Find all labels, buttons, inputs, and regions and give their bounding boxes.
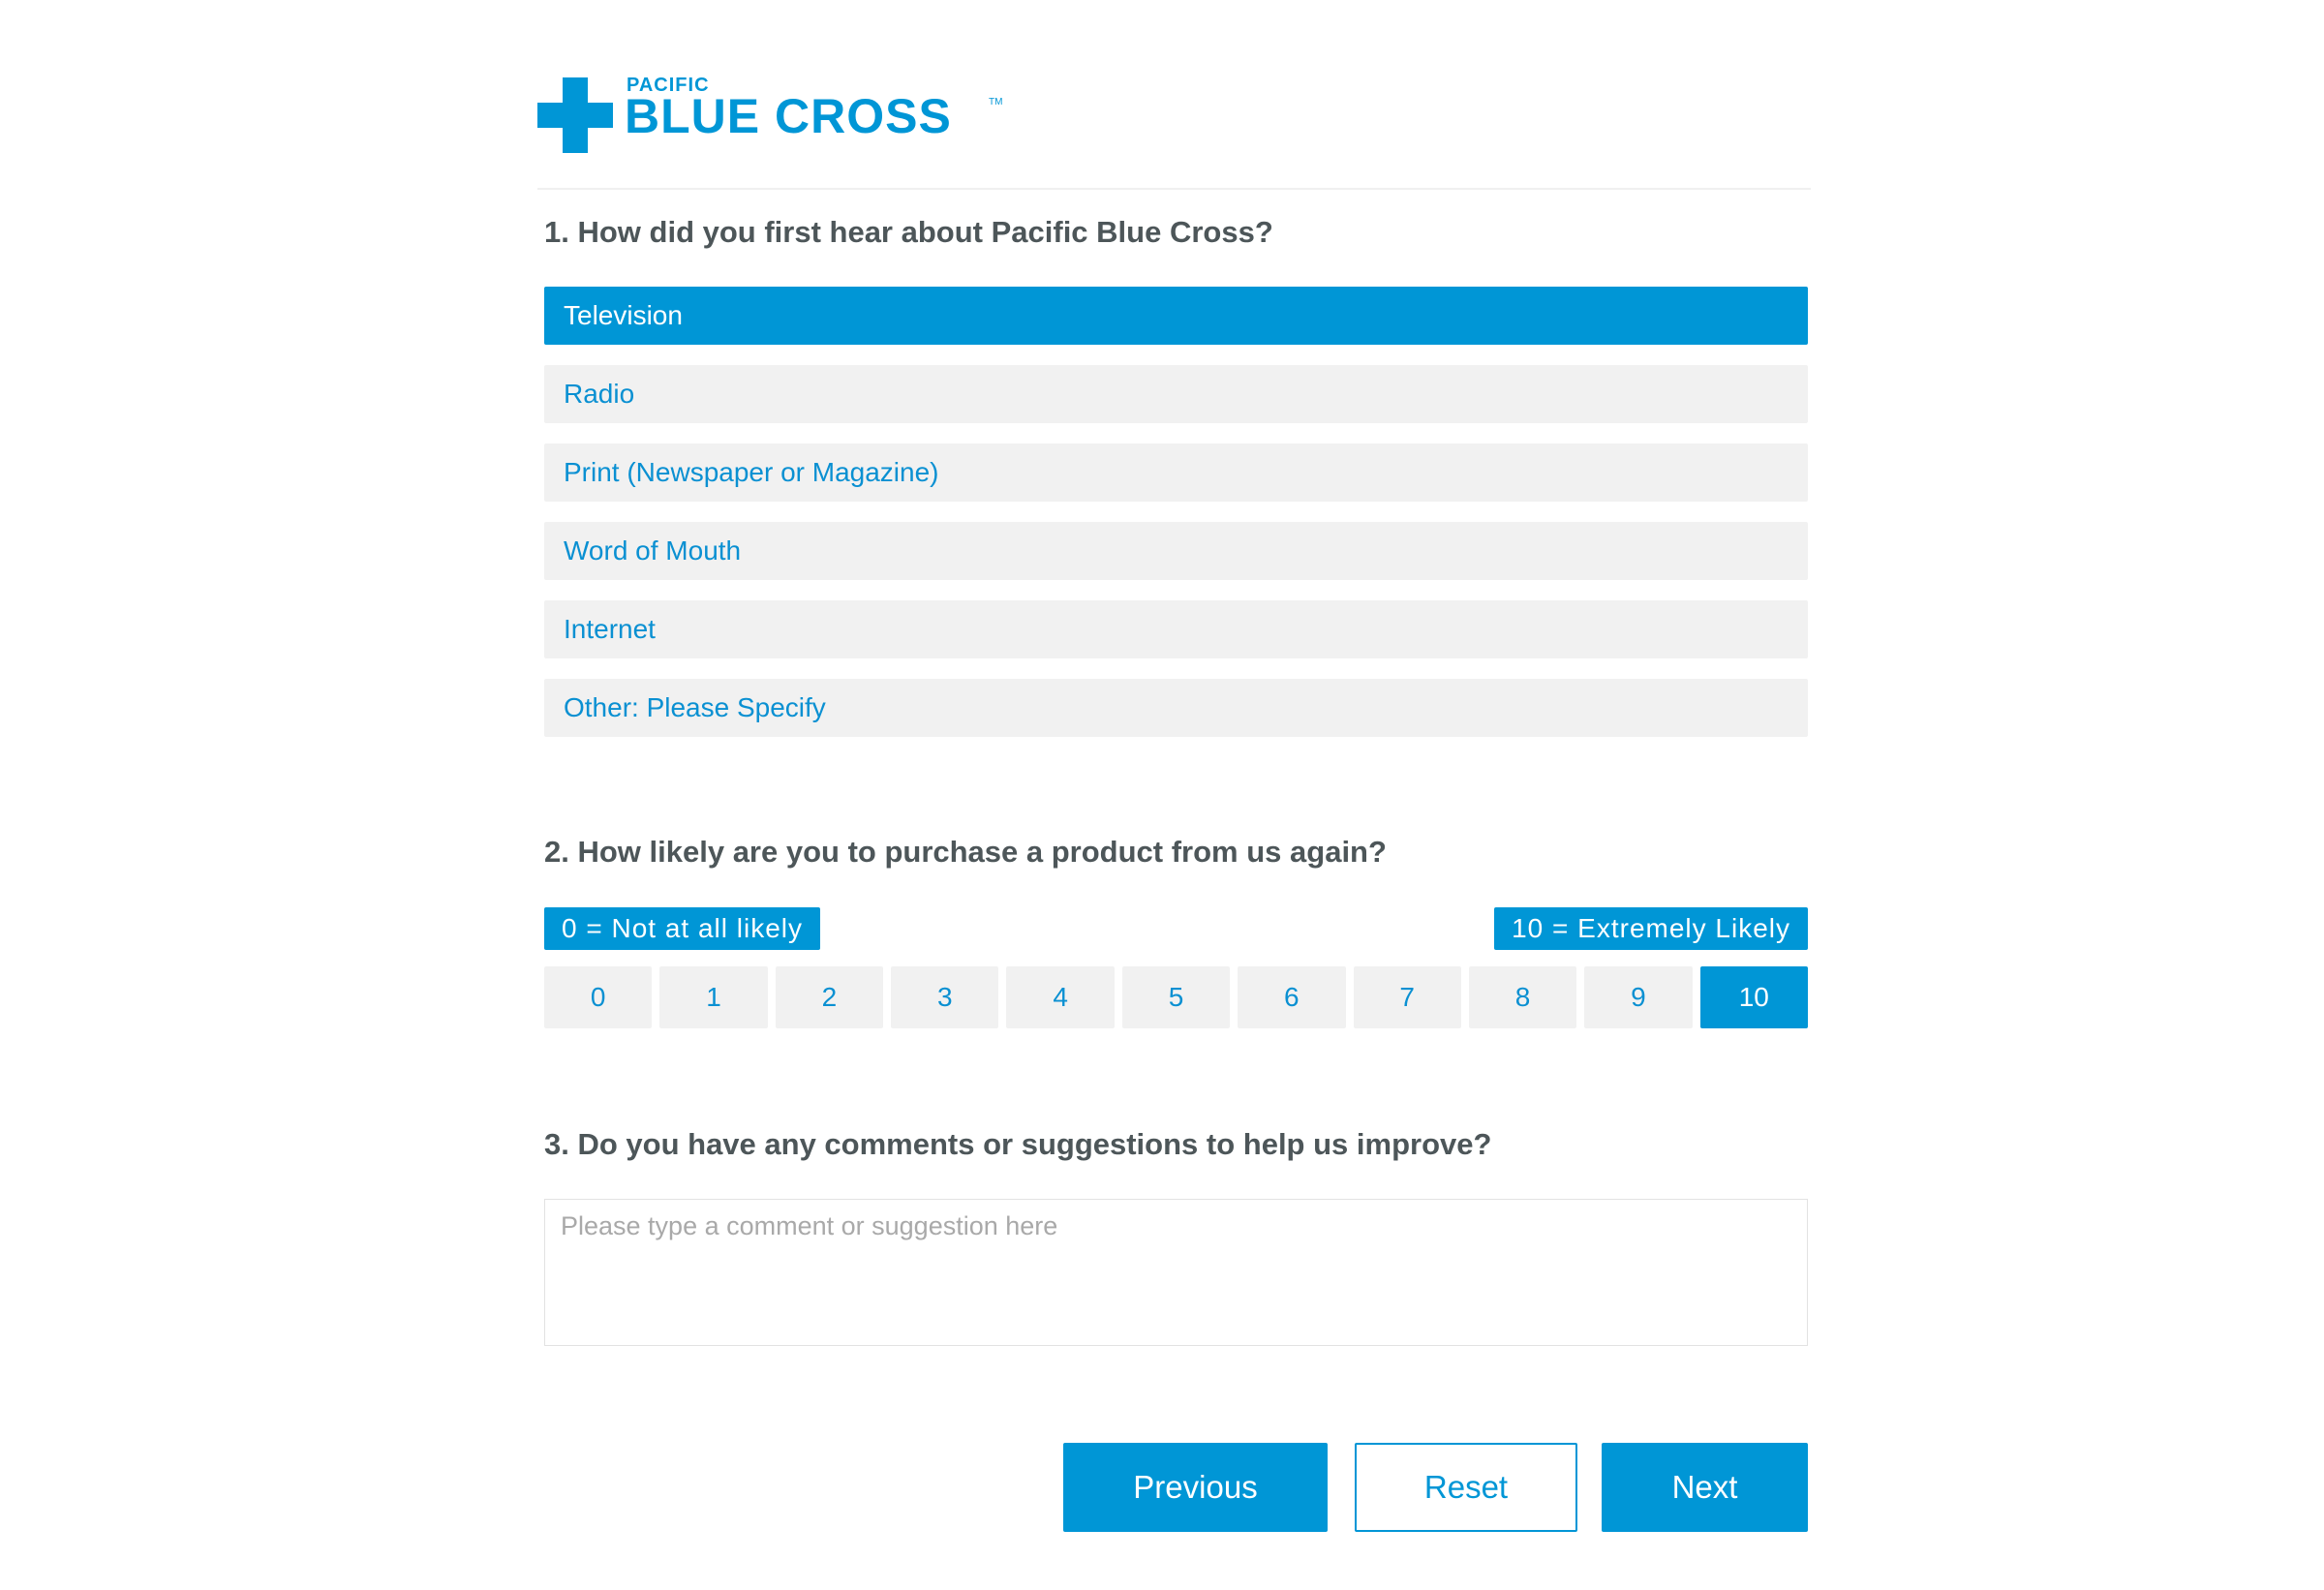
scale-option-1[interactable]: 1 <box>659 966 768 1028</box>
answer-option[interactable]: Word of Mouth <box>544 522 1808 580</box>
question-3-title: 3. Do you have any comments or suggestio… <box>544 1127 1492 1161</box>
answer-option[interactable]: Radio <box>544 365 1808 423</box>
pacific-blue-cross-logo: PACIFIC BLUE CROSS TM <box>537 76 1041 155</box>
header-divider <box>537 188 1811 190</box>
logo-blue-cross-text: BLUE CROSS <box>625 89 952 143</box>
answer-option[interactable]: Television <box>544 287 1808 345</box>
question-2-title: 2. How likely are you to purchase a prod… <box>544 835 1387 869</box>
cross-logo-icon <box>537 77 613 153</box>
likelihood-scale: 0 1 2 3 4 5 6 7 8 9 10 <box>544 966 1808 1028</box>
question-1-options: Television Radio Print (Newspaper or Magaz… <box>544 287 1808 757</box>
previous-button[interactable]: Previous <box>1063 1443 1328 1532</box>
scale-option-6[interactable]: 6 <box>1238 966 1346 1028</box>
scale-low-label: 0 = Not at all likely <box>544 907 820 950</box>
scale-option-2[interactable]: 2 <box>775 966 884 1028</box>
survey-page: PACIFIC BLUE CROSS TM 1. How did you fir… <box>0 0 2324 1590</box>
answer-option[interactable]: Print (Newspaper or Magazine) <box>544 443 1808 502</box>
reset-button[interactable]: Reset <box>1355 1443 1577 1532</box>
answer-option[interactable]: Internet <box>544 600 1808 658</box>
answer-option[interactable]: Other: Please Specify <box>544 679 1808 737</box>
question-1-title: 1. How did you first hear about Pacific … <box>544 215 1273 249</box>
scale-option-3[interactable]: 3 <box>891 966 999 1028</box>
scale-high-label: 10 = Extremely Likely <box>1494 907 1808 950</box>
scale-option-8[interactable]: 8 <box>1468 966 1577 1028</box>
comment-textarea[interactable] <box>544 1199 1808 1346</box>
scale-option-10[interactable]: 10 <box>1699 966 1808 1028</box>
scale-option-5[interactable]: 5 <box>1121 966 1231 1028</box>
logo-trademark: TM <box>989 97 1003 107</box>
scale-option-4[interactable]: 4 <box>1006 966 1115 1028</box>
scale-option-7[interactable]: 7 <box>1353 966 1461 1028</box>
scale-option-9[interactable]: 9 <box>1584 966 1693 1028</box>
next-button[interactable]: Next <box>1602 1443 1808 1532</box>
scale-option-0[interactable]: 0 <box>544 966 653 1028</box>
